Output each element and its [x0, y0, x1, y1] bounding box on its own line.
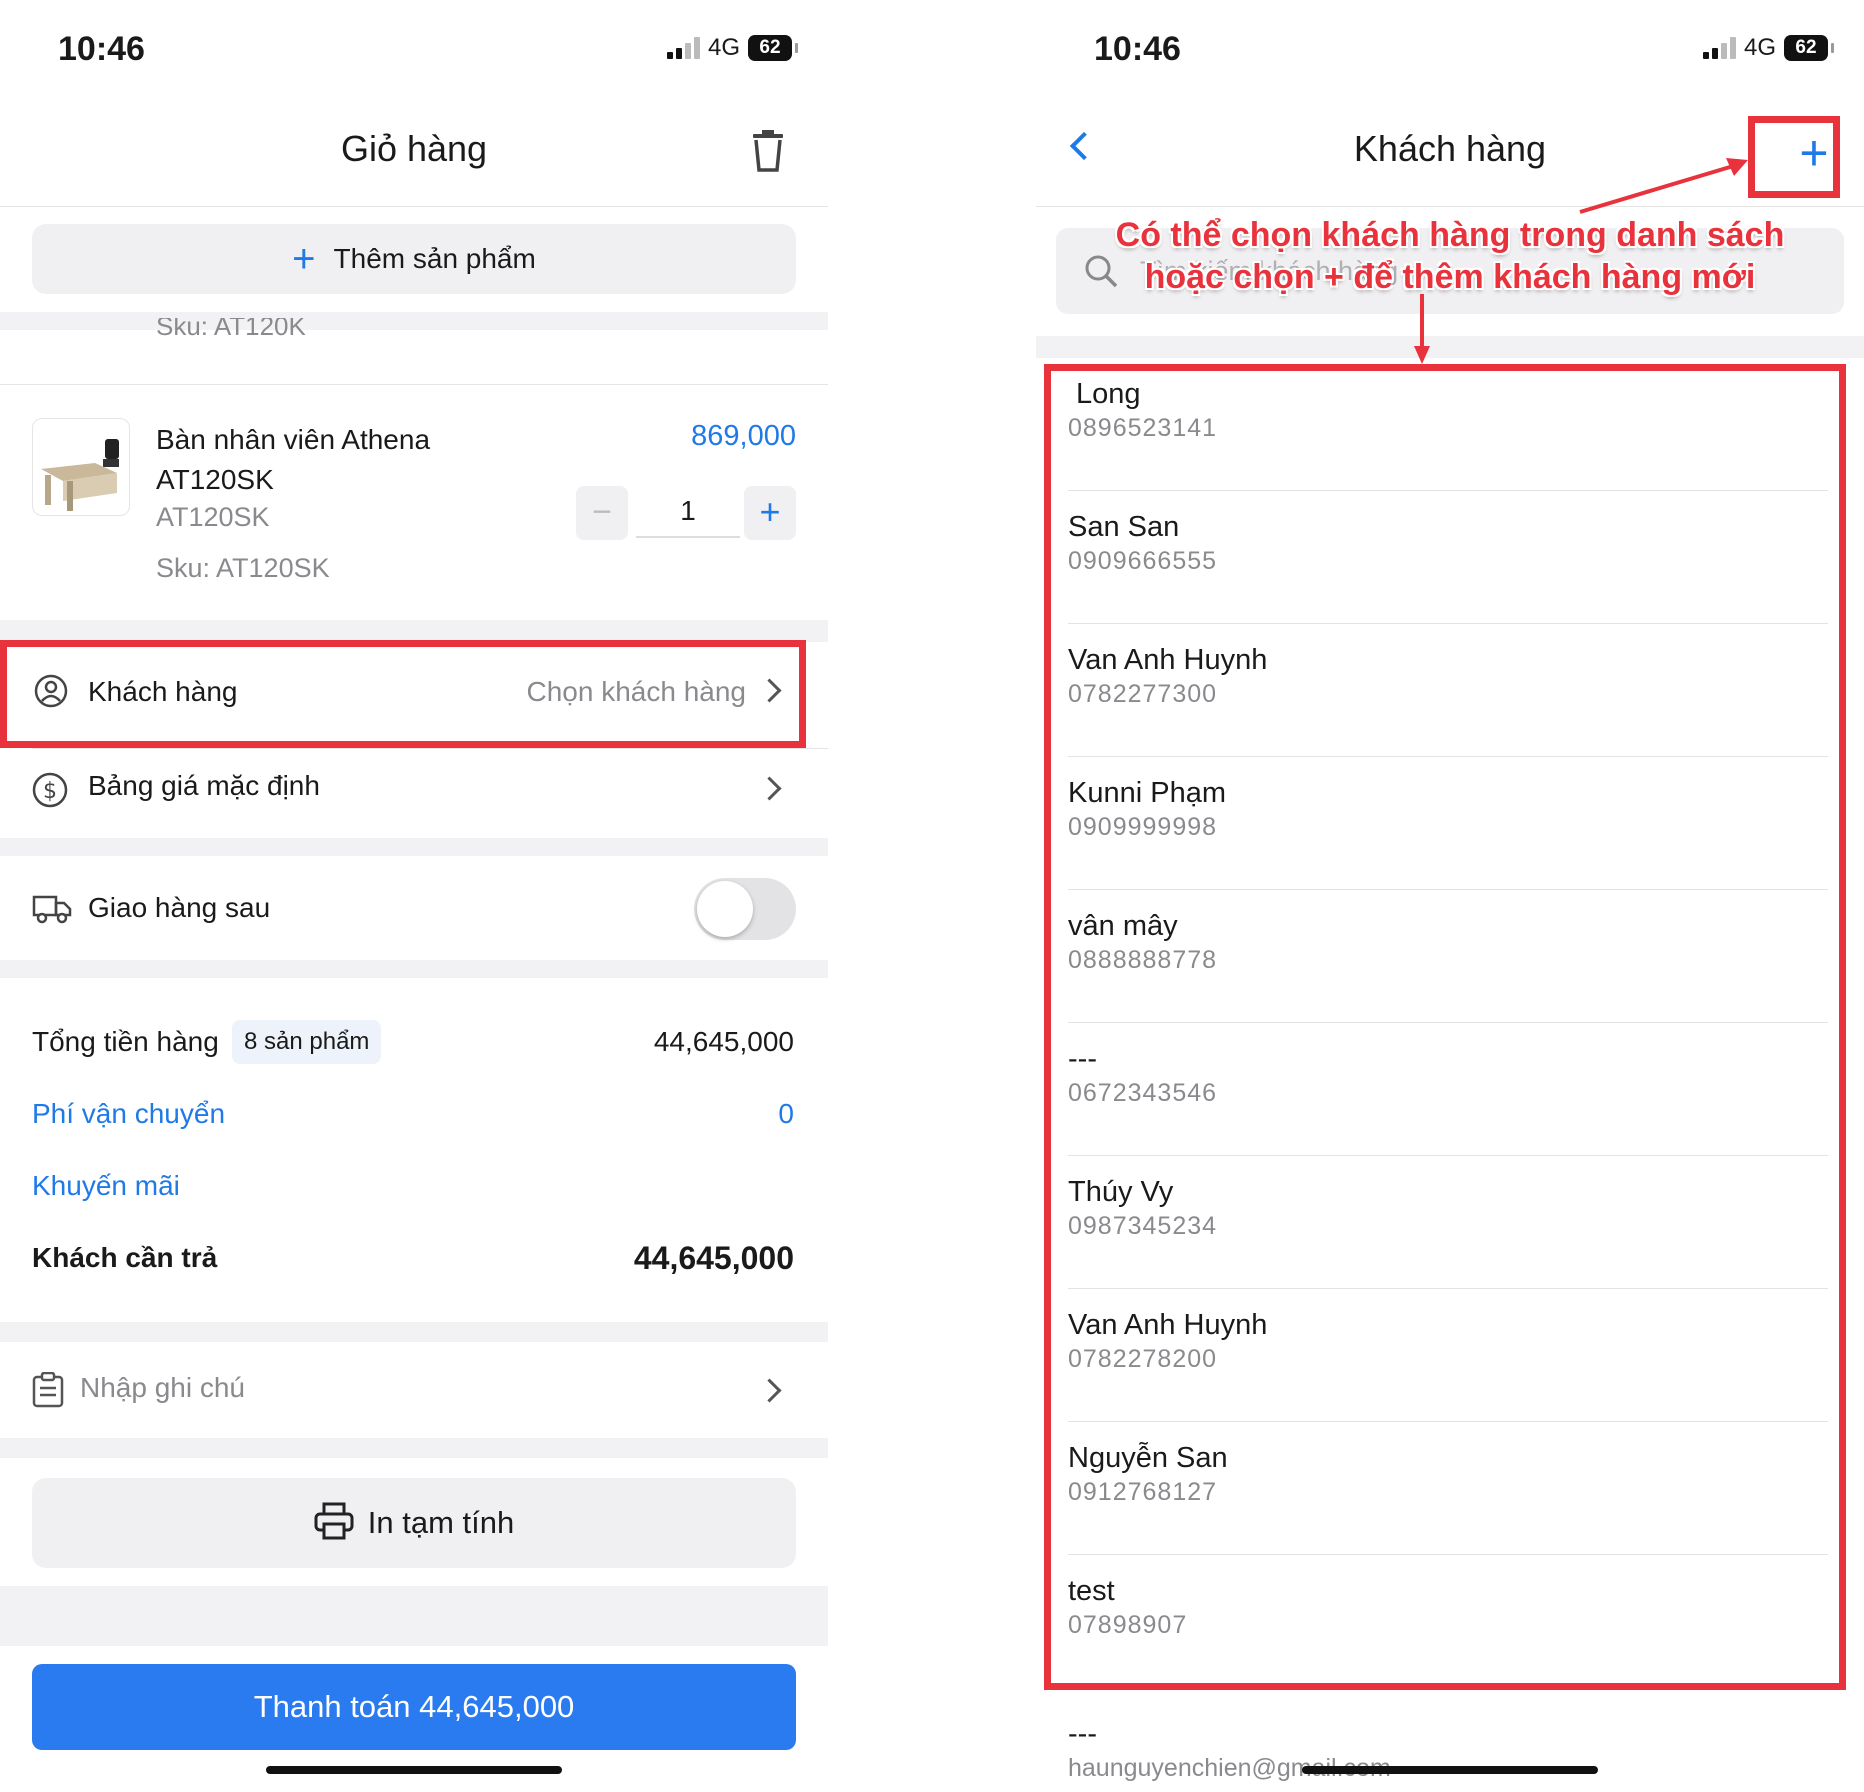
- print-draft-label: In tạm tính: [367, 1505, 515, 1540]
- quantity-stepper: − 1 +: [576, 486, 796, 540]
- annotation-highlight-list: [1044, 364, 1846, 1690]
- amount-due-label: Khách cần trả: [32, 1242, 218, 1273]
- product-variant: AT120SK: [156, 502, 270, 532]
- previous-item-sku: Sku: AT120K: [156, 318, 306, 341]
- truck-icon: [32, 894, 72, 929]
- delivery-later-toggle[interactable]: [694, 878, 796, 940]
- annotation-highlight-customer: [0, 640, 806, 748]
- plus-icon: +: [292, 237, 316, 281]
- cart-screen: 10:46 4G 62 Giỏ hàng + Thêm sản phẩm Sku…: [0, 0, 828, 1792]
- customer-name: ---: [1068, 1718, 1097, 1750]
- home-indicator: [1302, 1766, 1598, 1774]
- clipboard-icon: [32, 1371, 64, 1413]
- signal-icon: [666, 37, 700, 59]
- print-draft-button[interactable]: In tạm tính: [32, 1478, 796, 1568]
- dollar-circle-icon: $: [32, 772, 68, 813]
- note-row[interactable]: Nhập ghi chú: [0, 1342, 828, 1438]
- product-sku: Sku: AT120SK: [156, 553, 330, 583]
- home-indicator: [266, 1766, 562, 1774]
- pricelist-row-label: Bảng giá mặc định: [88, 770, 320, 801]
- note-placeholder: Nhập ghi chú: [80, 1372, 246, 1403]
- status-time: 10:46: [58, 30, 145, 68]
- customer-list-screen: 10:46 4G 62 Khách hàng + Tìm kiếm khách …: [1036, 0, 1864, 1792]
- status-indicators: 4G 62: [666, 34, 798, 62]
- trash-icon[interactable]: [752, 130, 784, 172]
- product-name-line2: AT120SK: [156, 464, 274, 495]
- chevron-right-icon: [757, 1378, 782, 1403]
- promotion-link[interactable]: Khuyến mãi: [32, 1170, 180, 1202]
- shipping-fee-value[interactable]: 0: [778, 1098, 794, 1130]
- product-thumbnail: [32, 418, 130, 516]
- checkout-button[interactable]: Thanh toán 44,645,000: [32, 1664, 796, 1750]
- total-value: 44,645,000: [653, 1026, 794, 1057]
- printer-icon: [314, 1502, 354, 1545]
- item-count-badge: 8 sản phẩm: [232, 1020, 382, 1064]
- total-label: Tổng tiền hàng: [32, 1026, 219, 1057]
- network-label: 4G: [707, 34, 740, 61]
- product-name-line1: Bàn nhân viên Athena: [156, 424, 431, 455]
- delivery-later-label: Giao hàng sau: [88, 892, 271, 923]
- add-product-label: Thêm sản phẩm: [333, 243, 536, 274]
- chevron-right-icon: [757, 776, 782, 801]
- toggle-knob: [697, 881, 753, 937]
- qty-minus-button[interactable]: −: [576, 486, 628, 540]
- pricelist-row[interactable]: $ Bảng giá mặc định: [0, 748, 828, 838]
- customer-item-extra[interactable]: --- haunguyenchien@gmail.com: [1068, 1700, 1828, 1792]
- battery-icon: 62: [748, 35, 798, 61]
- shipping-fee-link[interactable]: Phí vận chuyển: [32, 1098, 225, 1130]
- delivery-later-row: Giao hàng sau: [0, 856, 828, 960]
- annotation-arrows: [1414, 158, 1748, 364]
- svg-text:$: $: [43, 779, 57, 804]
- qty-input[interactable]: 1: [636, 486, 740, 538]
- add-product-button[interactable]: + Thêm sản phẩm: [32, 224, 796, 294]
- page-title: Giỏ hàng: [340, 128, 488, 169]
- product-price: 869,000: [691, 420, 796, 452]
- qty-plus-button[interactable]: +: [744, 486, 796, 540]
- product-name: Bàn nhân viên Athena AT120SK: [156, 420, 430, 500]
- amount-due-value: 44,645,000: [633, 1240, 794, 1276]
